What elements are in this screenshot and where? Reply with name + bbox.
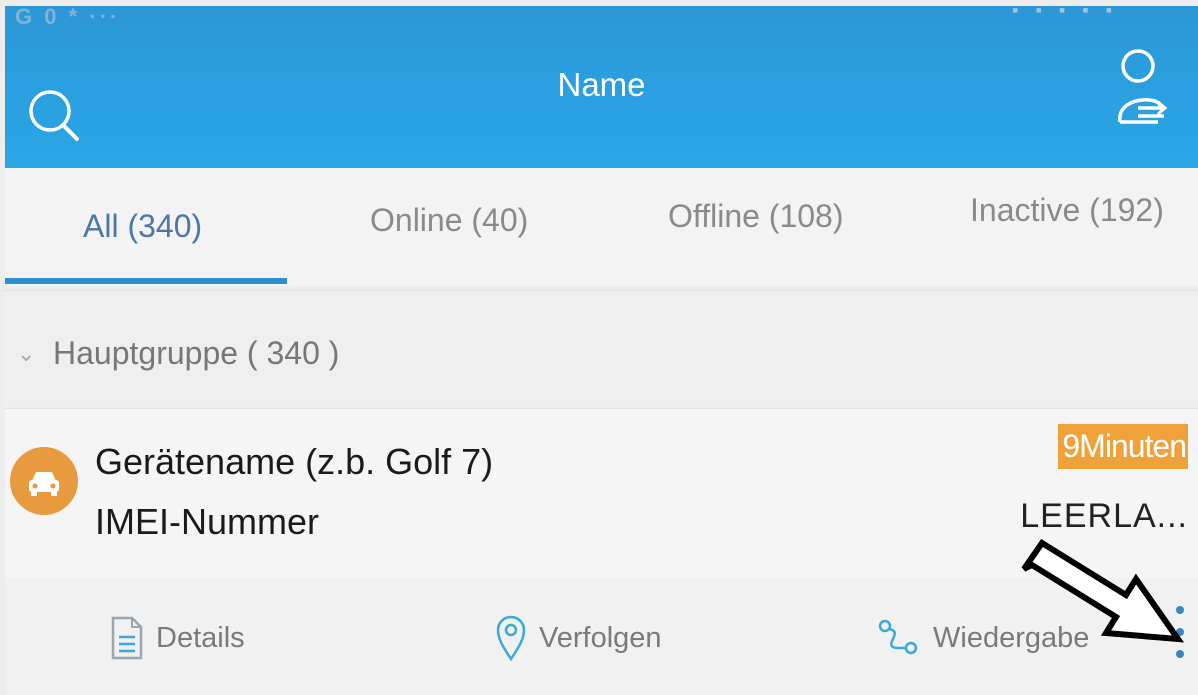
active-tab-indicator — [5, 278, 287, 284]
user-switch-icon — [1118, 49, 1168, 124]
status-bar-right: ▪ ▪ ▪ ▪ ▪ — [1012, 0, 1118, 20]
group-header[interactable]: ⌄ Hauptgruppe ( 340 ) — [5, 290, 1198, 406]
chevron-down-icon: ⌄ — [17, 341, 36, 366]
app-header: G 0 * ··· ▪ ▪ ▪ ▪ ▪ Name — [5, 0, 1198, 168]
group-label: Hauptgruppe ( 340 ) — [53, 335, 340, 371]
track-label: Verfolgen — [539, 621, 662, 654]
details-button[interactable]: Details — [110, 608, 245, 668]
status-bar-icons: G 0 * ··· — [15, 4, 121, 29]
device-status: LEERLA... — [1020, 497, 1188, 535]
device-avatar — [10, 447, 78, 515]
time-badge: 9Minuten — [1058, 424, 1188, 469]
page-title: Name — [557, 66, 646, 103]
device-name: Gerätename (z.b. Golf 7) — [95, 441, 494, 482]
car-icon — [29, 472, 59, 496]
tab-inactive[interactable]: Inactive (192) — [970, 192, 1164, 229]
tab-offline[interactable]: Offline (108) — [668, 198, 844, 235]
filter-tabs: All (340) Online (40) Offline (108) Inac… — [5, 168, 1198, 286]
tab-all[interactable]: All (340) — [83, 208, 202, 245]
route-icon — [878, 619, 918, 655]
annotation-arrow — [1021, 538, 1185, 643]
device-imei: IMEI-Nummer — [95, 501, 319, 542]
location-pin-icon — [496, 615, 526, 662]
track-button[interactable]: Verfolgen — [495, 608, 662, 668]
details-label: Details — [156, 621, 245, 654]
document-icon — [111, 616, 143, 660]
user-switch-button[interactable] — [1112, 44, 1168, 134]
tab-online[interactable]: Online (40) — [370, 202, 528, 239]
